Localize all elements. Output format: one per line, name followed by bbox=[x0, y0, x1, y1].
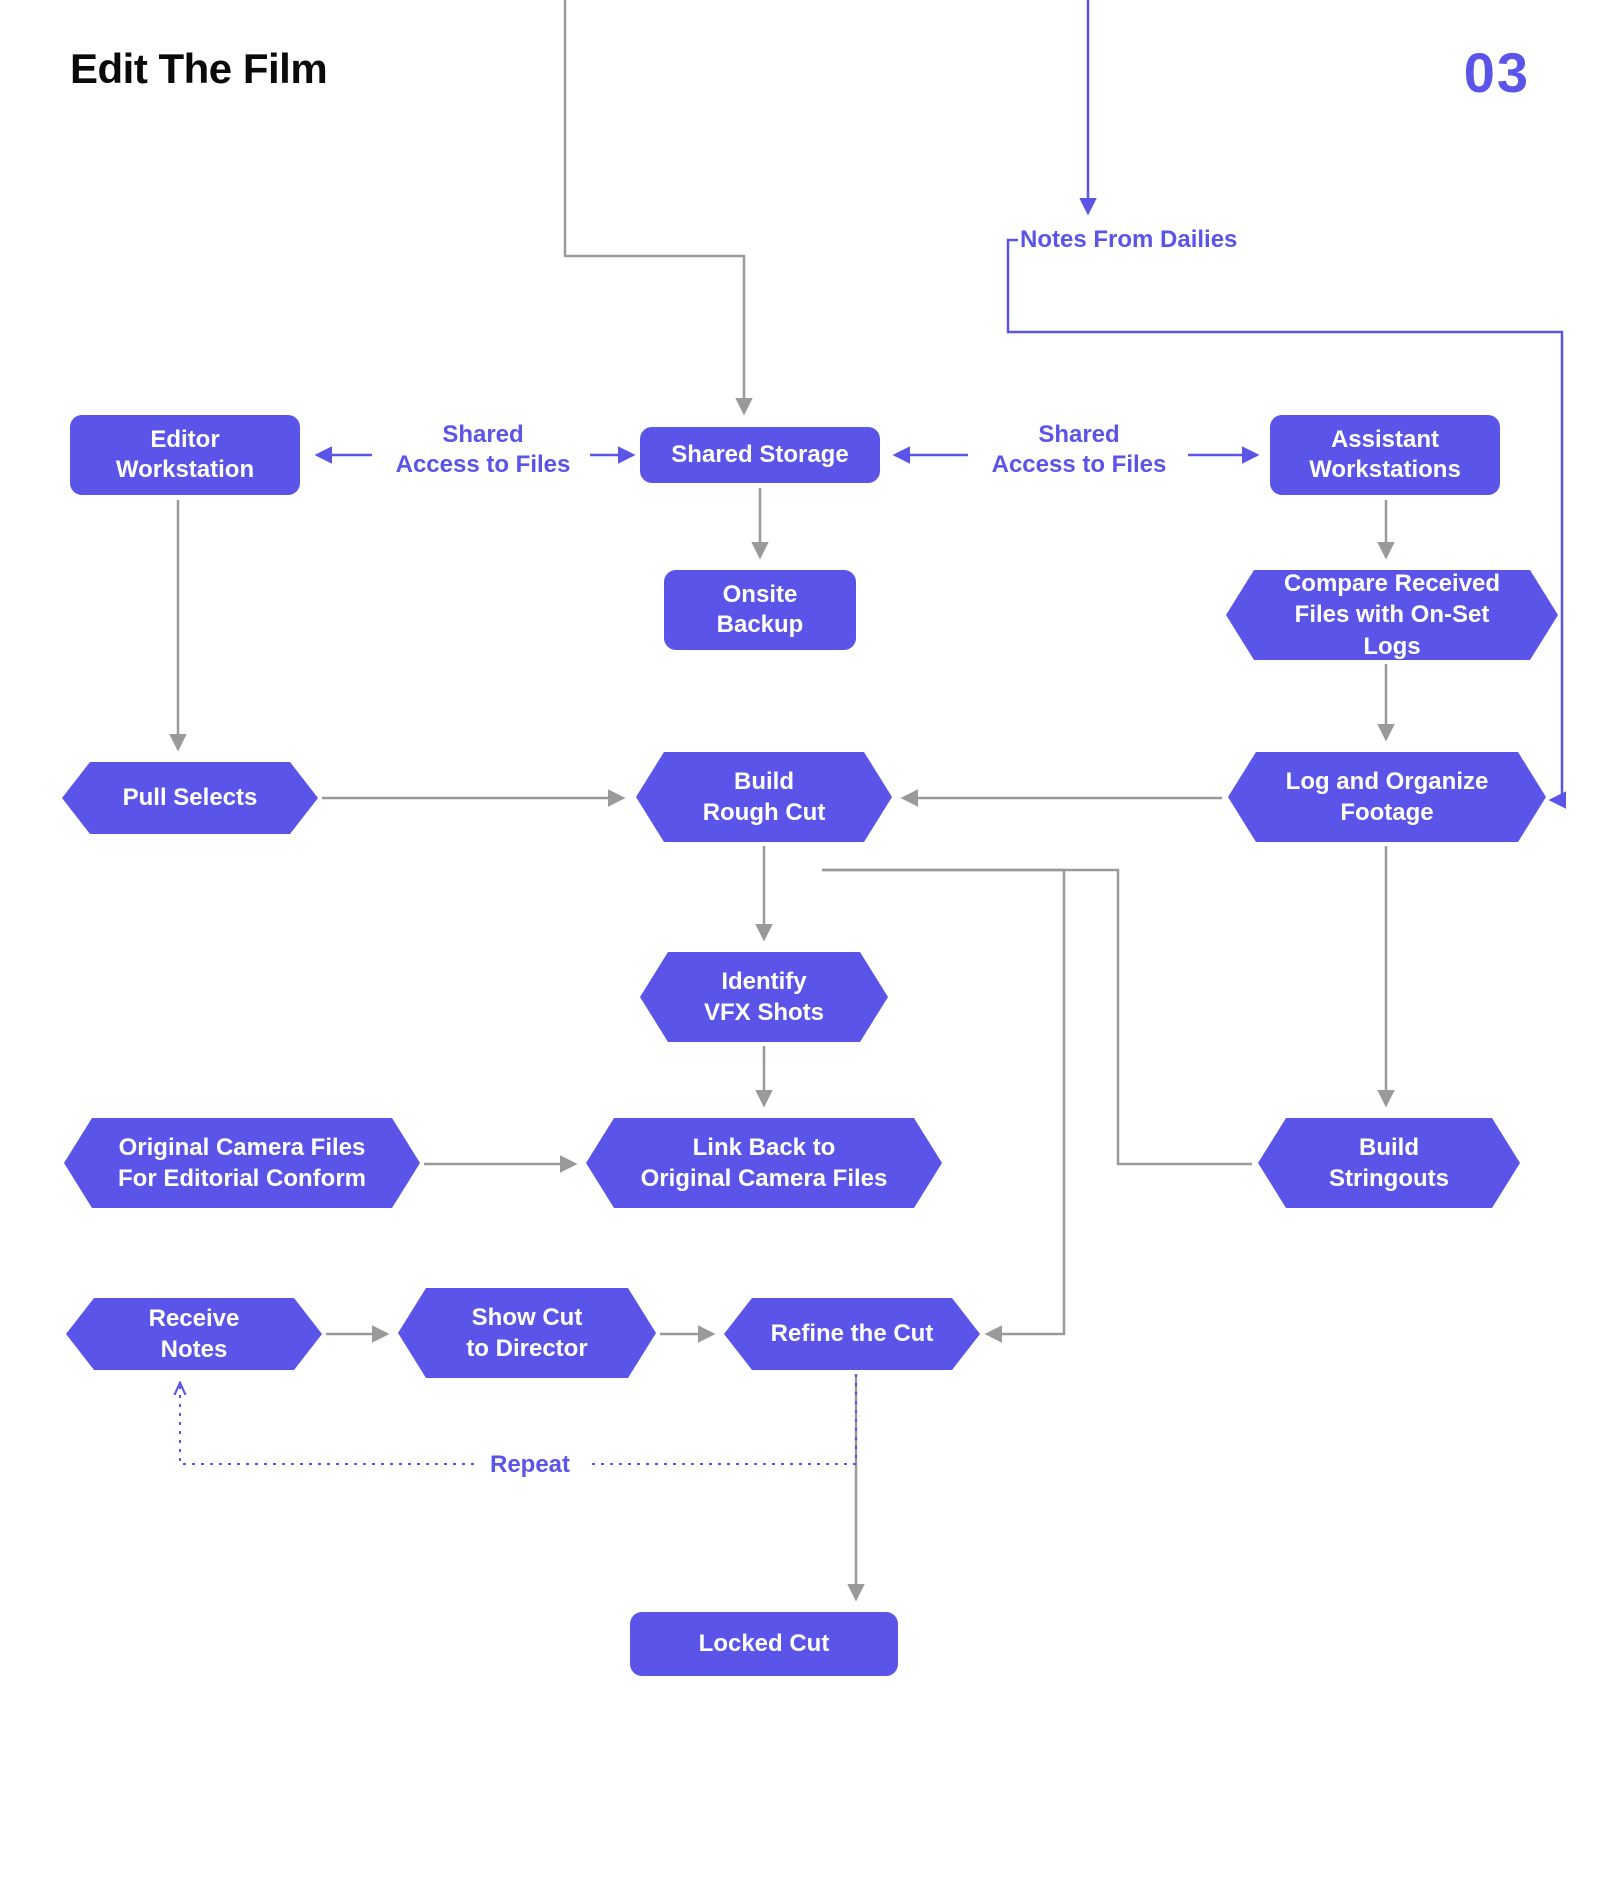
node-assistant-workstations: AssistantWorkstations bbox=[1270, 415, 1500, 495]
node-onsite-backup: OnsiteBackup bbox=[664, 570, 856, 650]
node-build-rough-cut: BuildRough Cut bbox=[636, 752, 892, 842]
node-show-cut-to-director: Show Cutto Director bbox=[398, 1288, 656, 1378]
node-receive-notes: Receive Notes bbox=[66, 1298, 322, 1370]
node-refine-the-cut: Refine the Cut bbox=[724, 1298, 980, 1370]
label-repeat: Repeat bbox=[480, 1450, 580, 1480]
node-identify-vfx: IdentifyVFX Shots bbox=[640, 952, 888, 1042]
node-log-and-organize: Log and OrganizeFootage bbox=[1228, 752, 1546, 842]
step-number: 03 bbox=[1464, 40, 1530, 105]
label-shared-access-right: SharedAccess to Files bbox=[984, 420, 1174, 480]
node-shared-storage: Shared Storage bbox=[640, 427, 880, 483]
label-shared-access-left: SharedAccess to Files bbox=[388, 420, 578, 480]
node-original-camera-files: Original Camera FilesFor Editorial Confo… bbox=[64, 1118, 420, 1208]
node-build-stringouts: BuildStringouts bbox=[1258, 1118, 1520, 1208]
label-notes-from-dailies: Notes From Dailies bbox=[1020, 225, 1320, 255]
node-pull-selects: Pull Selects bbox=[62, 762, 318, 834]
node-editor-workstation: EditorWorkstation bbox=[70, 415, 300, 495]
node-link-back: Link Back toOriginal Camera Files bbox=[586, 1118, 942, 1208]
page-title: Edit The Film bbox=[70, 45, 327, 93]
node-locked-cut: Locked Cut bbox=[630, 1612, 898, 1676]
node-compare-received: Compare ReceivedFiles with On-Set Logs bbox=[1226, 570, 1558, 660]
